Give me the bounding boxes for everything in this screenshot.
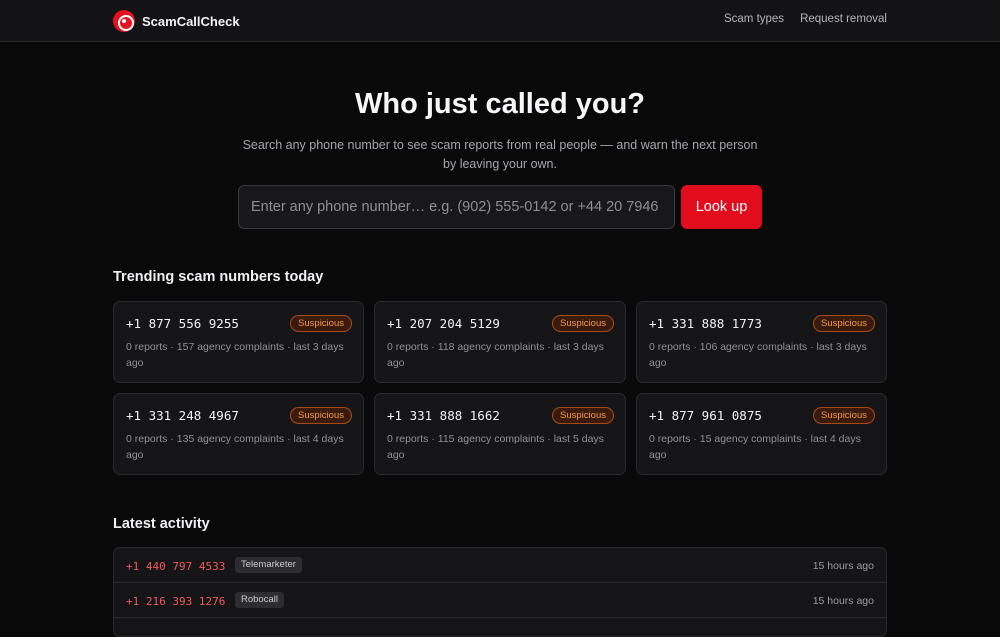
brand-link[interactable]: ScamCallCheck	[113, 9, 240, 33]
trending-card[interactable]: +1 207 204 5129 Suspicious 0 reports · 1…	[374, 301, 626, 383]
nav-link-scam-types[interactable]: Scam types	[724, 13, 784, 25]
card-meta: 0 reports · 118 agency complaints · last…	[387, 341, 604, 369]
trending-card[interactable]: +1 877 556 9255 Suspicious 0 reports · 1…	[113, 301, 364, 383]
card-meta: 0 reports · 135 agency complaints · last…	[126, 433, 344, 461]
card-phone-number: +1 331 888 1773	[649, 316, 762, 331]
trending-grid: +1 877 556 9255 Suspicious 0 reports · 1…	[113, 301, 887, 475]
brand-name: ScamCallCheck	[142, 13, 240, 29]
status-badge: Suspicious	[813, 315, 875, 332]
status-badge: Suspicious	[290, 407, 352, 424]
look-up-button[interactable]: Look up	[681, 185, 762, 229]
status-badge: Suspicious	[552, 407, 614, 424]
trending-card[interactable]: +1 331 888 1773 Suspicious 0 reports · 1…	[636, 301, 887, 383]
top-bar: ScamCallCheck Scam types Request removal	[0, 0, 1000, 42]
trending-section-title: Trending scam numbers today	[113, 269, 324, 285]
card-meta: 0 reports · 15 agency complaints · last …	[649, 433, 861, 461]
card-meta: 0 reports · 106 agency complaints · last…	[649, 341, 867, 369]
activity-row[interactable]: +1 440 797 4533 Telemarketer 15 hours ag…	[114, 548, 886, 583]
activity-row[interactable]: +1 216 393 1276 Robocall 15 hours ago	[114, 583, 886, 618]
activity-phone-number: +1 216 393 1276	[126, 595, 226, 608]
card-meta: 0 reports · 157 agency complaints · last…	[126, 341, 344, 369]
card-phone-number: +1 331 248 4967	[126, 408, 239, 423]
card-phone-number: +1 207 204 5129	[387, 316, 500, 331]
card-phone-number: +1 877 961 0875	[649, 408, 762, 423]
activity-list: +1 440 797 4533 Telemarketer 15 hours ag…	[113, 547, 887, 637]
card-phone-number: +1 877 556 9255	[126, 316, 239, 331]
trending-card[interactable]: +1 331 248 4967 Suspicious 0 reports · 1…	[113, 393, 364, 475]
card-meta: 0 reports · 115 agency complaints · last…	[387, 433, 604, 461]
status-badge: Suspicious	[552, 315, 614, 332]
status-badge: Suspicious	[813, 407, 875, 424]
brand-logo-icon	[113, 10, 135, 32]
trending-card[interactable]: +1 877 961 0875 Suspicious 0 reports · 1…	[636, 393, 887, 475]
hero-title: Who just called you?	[354, 88, 645, 120]
activity-time: 15 hours ago	[812, 595, 874, 607]
card-phone-number: +1 331 888 1662	[387, 408, 500, 423]
hero-subtitle: Search any phone number to see scam repo…	[242, 138, 758, 171]
category-tag: Robocall	[235, 592, 284, 608]
status-badge: Suspicious	[290, 315, 352, 332]
activity-phone-number: +1 440 797 4533	[126, 560, 226, 573]
nav-link-request-removal[interactable]: Request removal	[800, 13, 887, 25]
trending-card[interactable]: +1 331 888 1662 Suspicious 0 reports · 1…	[374, 393, 626, 475]
category-tag: Telemarketer	[235, 557, 302, 573]
top-nav: Scam types Request removal	[724, 13, 887, 25]
phone-search-input[interactable]	[238, 185, 675, 229]
activity-time: 15 hours ago	[812, 560, 874, 572]
activity-section-title: Latest activity	[113, 516, 210, 532]
